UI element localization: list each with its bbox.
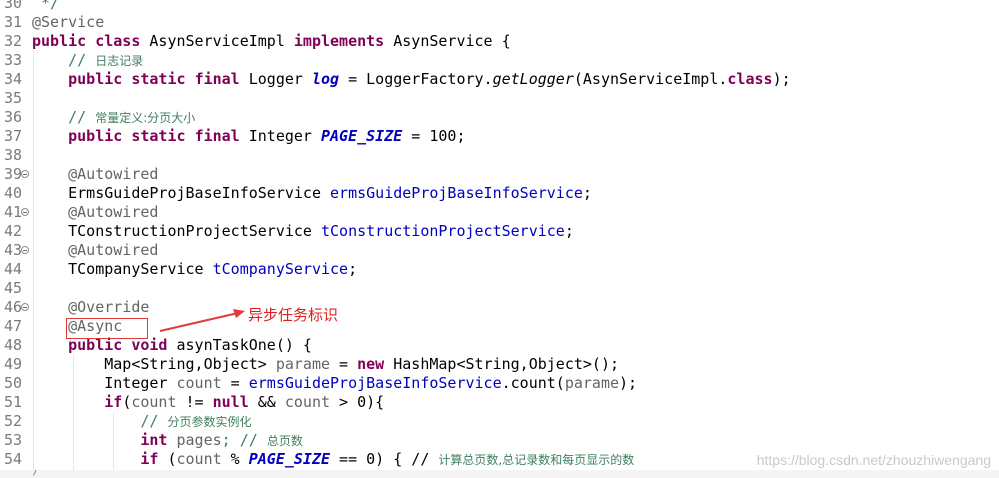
watermark: https://blog.csdn.net/zhouzhiwengang [756,452,991,468]
annotation-arrow [159,309,245,332]
horizontal-scrollbar[interactable] [0,470,999,478]
annotation-label: 异步任务标识 [248,306,339,324]
